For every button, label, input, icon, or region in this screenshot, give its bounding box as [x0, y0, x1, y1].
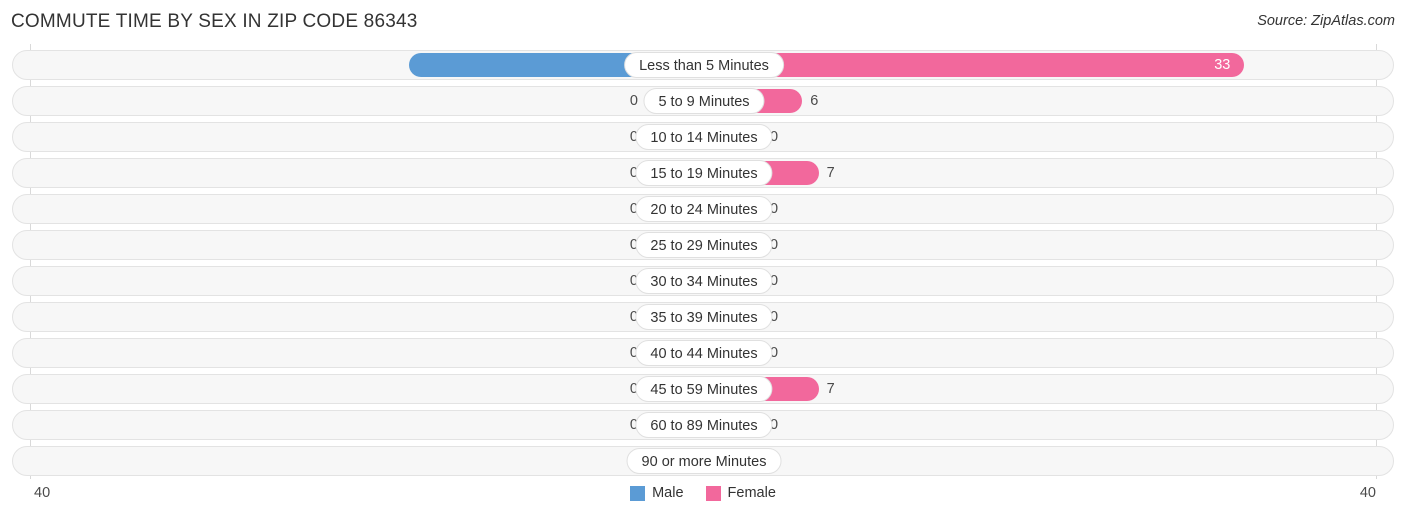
chart-legend: Male Female: [0, 485, 1406, 501]
bar-track: 0 7 45 to 59 Minutes: [13, 375, 1395, 403]
chart-plot-area: 1833Less than 5 Minutes065 to 9 Minutes0…: [0, 44, 1406, 479]
value-label-male: 0: [629, 93, 638, 109]
legend-item-female[interactable]: Female: [705, 485, 776, 501]
bar-track: 1833Less than 5 Minutes: [13, 51, 1395, 79]
value-label-male: 0: [629, 129, 638, 145]
chart-footer: 40 40 Male Female: [0, 479, 1406, 523]
value-label-female: 7: [826, 381, 835, 397]
bar-track: 0 0 30 to 34 Minutes: [13, 267, 1395, 295]
table-row[interactable]: 0 0 20 to 24 Minutes: [12, 194, 1394, 224]
value-label-female: 0: [770, 201, 779, 217]
bar-track: 0 0 60 to 89 Minutes: [13, 411, 1395, 439]
bar-track: 0 0 40 to 44 Minutes: [13, 339, 1395, 367]
bar-track: 0090 or more Minutes: [13, 447, 1395, 475]
value-label-male: 0: [629, 309, 638, 325]
value-label-male: 0: [629, 201, 638, 217]
bar-track: 0 6 5 to 9 Minutes: [13, 87, 1395, 115]
value-label-female: 7: [826, 165, 835, 181]
value-label-female: 0: [770, 309, 779, 325]
page-title: COMMUTE TIME BY SEX IN ZIP CODE 86343: [11, 11, 418, 32]
legend-swatch-icon: [705, 485, 721, 501]
category-label: 10 to 14 Minutes: [635, 124, 773, 150]
value-label-male: 0: [629, 417, 638, 433]
category-label: 30 to 34 Minutes: [635, 268, 773, 294]
value-label-male: 0: [629, 381, 638, 397]
legend-swatch-icon: [630, 485, 646, 501]
value-label-male: 0: [629, 273, 638, 289]
value-label-female: 0: [770, 417, 779, 433]
category-label: 35 to 39 Minutes: [635, 304, 773, 330]
category-label: 25 to 29 Minutes: [635, 232, 773, 258]
legend-label: Male: [652, 485, 684, 501]
source-attribution: Source: ZipAtlas.com: [1257, 13, 1395, 29]
category-label: 45 to 59 Minutes: [635, 376, 773, 402]
category-label: 20 to 24 Minutes: [635, 196, 773, 222]
table-row[interactable]: 0090 or more Minutes: [12, 446, 1394, 476]
value-label-male: 0: [629, 345, 638, 361]
bar-track: 0 0 10 to 14 Minutes: [13, 123, 1395, 151]
table-row[interactable]: 0 0 40 to 44 Minutes: [12, 338, 1394, 368]
table-row[interactable]: 0 6 5 to 9 Minutes: [12, 86, 1394, 116]
bar-track: 0 7 15 to 19 Minutes: [13, 159, 1395, 187]
table-row[interactable]: 0 0 60 to 89 Minutes: [12, 410, 1394, 440]
category-label: Less than 5 Minutes: [624, 52, 784, 78]
category-label: 5 to 9 Minutes: [643, 88, 765, 114]
table-row[interactable]: 0 7 15 to 19 Minutes: [12, 158, 1394, 188]
table-row[interactable]: 0 0 35 to 39 Minutes: [12, 302, 1394, 332]
table-row[interactable]: 0 0 25 to 29 Minutes: [12, 230, 1394, 260]
table-row[interactable]: 0 0 10 to 14 Minutes: [12, 122, 1394, 152]
category-label: 15 to 19 Minutes: [635, 160, 773, 186]
value-label-female: 0: [770, 273, 779, 289]
chart-header: COMMUTE TIME BY SEX IN ZIP CODE 86343 So…: [0, 0, 1406, 44]
value-label-male: 0: [629, 165, 638, 181]
value-label-female: 0: [770, 129, 779, 145]
bar-track: 0 0 25 to 29 Minutes: [13, 231, 1395, 259]
value-label-female: 0: [770, 345, 779, 361]
table-row[interactable]: 0 7 45 to 59 Minutes: [12, 374, 1394, 404]
category-label: 60 to 89 Minutes: [635, 412, 773, 438]
bar-track: 0 0 35 to 39 Minutes: [13, 303, 1395, 331]
table-row[interactable]: 0 0 30 to 34 Minutes: [12, 266, 1394, 296]
value-label-female: 6: [810, 93, 819, 109]
value-label-male: 0: [629, 237, 638, 253]
table-row[interactable]: 1833Less than 5 Minutes: [12, 50, 1394, 80]
category-label: 40 to 44 Minutes: [635, 340, 773, 366]
category-label: 90 or more Minutes: [626, 448, 782, 474]
legend-item-male[interactable]: Male: [630, 485, 684, 501]
bar-track: 0 0 20 to 24 Minutes: [13, 195, 1395, 223]
legend-label: Female: [727, 485, 776, 501]
value-label-female: 0: [770, 237, 779, 253]
value-label-female: 33: [1214, 57, 1231, 73]
